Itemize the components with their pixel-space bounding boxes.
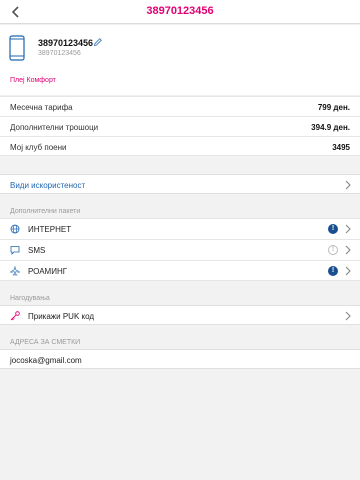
summary-label: Дополнителни трошоци <box>10 123 99 132</box>
key-icon <box>10 311 20 321</box>
page-title: 38970123456 <box>146 5 214 17</box>
summary-label: Мој клуб поени <box>10 143 67 152</box>
info-badge: ! <box>328 224 338 234</box>
summary-row: Дополнителни трошоци 394.9 ден. <box>0 116 360 136</box>
view-usage-row[interactable]: Види искористеност <box>0 174 360 194</box>
package-label: ИНТЕРНЕТ <box>28 225 72 234</box>
chat-icon <box>10 246 20 255</box>
chevron-right-icon <box>345 266 351 276</box>
info-badge: ! <box>328 245 338 255</box>
summary-row: Месечна тарифа 799 ден. <box>0 96 360 116</box>
billing-email: jocoska@gmail.com <box>10 356 82 365</box>
package-label: SMS <box>28 246 46 255</box>
phone-icon <box>9 35 25 61</box>
settings-heading: Нагодувања <box>10 295 50 302</box>
summary-row: Мој клуб поени 3495 <box>0 136 360 156</box>
account-card: 38970123456 38970123456 Плеј Комфорт <box>0 25 360 95</box>
package-row-internet[interactable]: ИНТЕРНЕТ ! <box>0 218 360 239</box>
chevron-right-icon <box>345 224 351 234</box>
package-label: РОАМИНГ <box>28 267 68 276</box>
package-row-roaming[interactable]: РОАМИНГ ! <box>0 260 360 281</box>
summary-label: Месечна тарифа <box>10 103 73 112</box>
globe-icon <box>10 224 20 234</box>
plane-icon <box>10 266 20 276</box>
summary-value: 799 ден. <box>317 103 350 112</box>
billing-email-row[interactable]: jocoska@gmail.com <box>0 349 360 369</box>
packages-list: ИНТЕРНЕТ ! SMS ! РОАМИНГ ! <box>0 218 360 281</box>
view-usage-link[interactable]: Види искористеност <box>10 181 85 190</box>
show-puk-row[interactable]: Прикажи PUK код <box>0 305 360 325</box>
chevron-right-icon <box>345 180 351 190</box>
summary-value: 3495 <box>332 143 350 152</box>
chevron-right-icon <box>345 311 351 321</box>
summary-list: Месечна тарифа 799 ден. Дополнителни тро… <box>0 96 360 156</box>
show-puk-label: Прикажи PUK код <box>28 312 95 321</box>
pencil-icon[interactable] <box>93 37 103 47</box>
account-sub-number: 38970123456 <box>38 50 81 57</box>
chevron-right-icon <box>345 245 351 255</box>
info-badge: ! <box>328 266 338 276</box>
account-number: 38970123456 <box>38 38 94 48</box>
plan-name: Плеј Комфорт <box>10 77 56 84</box>
package-row-sms[interactable]: SMS ! <box>0 239 360 260</box>
billing-heading: АДРЕСА ЗА СМЕТКИ <box>10 339 81 346</box>
packages-heading: Дополнителни пакети <box>10 208 81 215</box>
top-bar: 38970123456 <box>0 0 360 24</box>
summary-value: 394.9 ден. <box>311 123 350 132</box>
